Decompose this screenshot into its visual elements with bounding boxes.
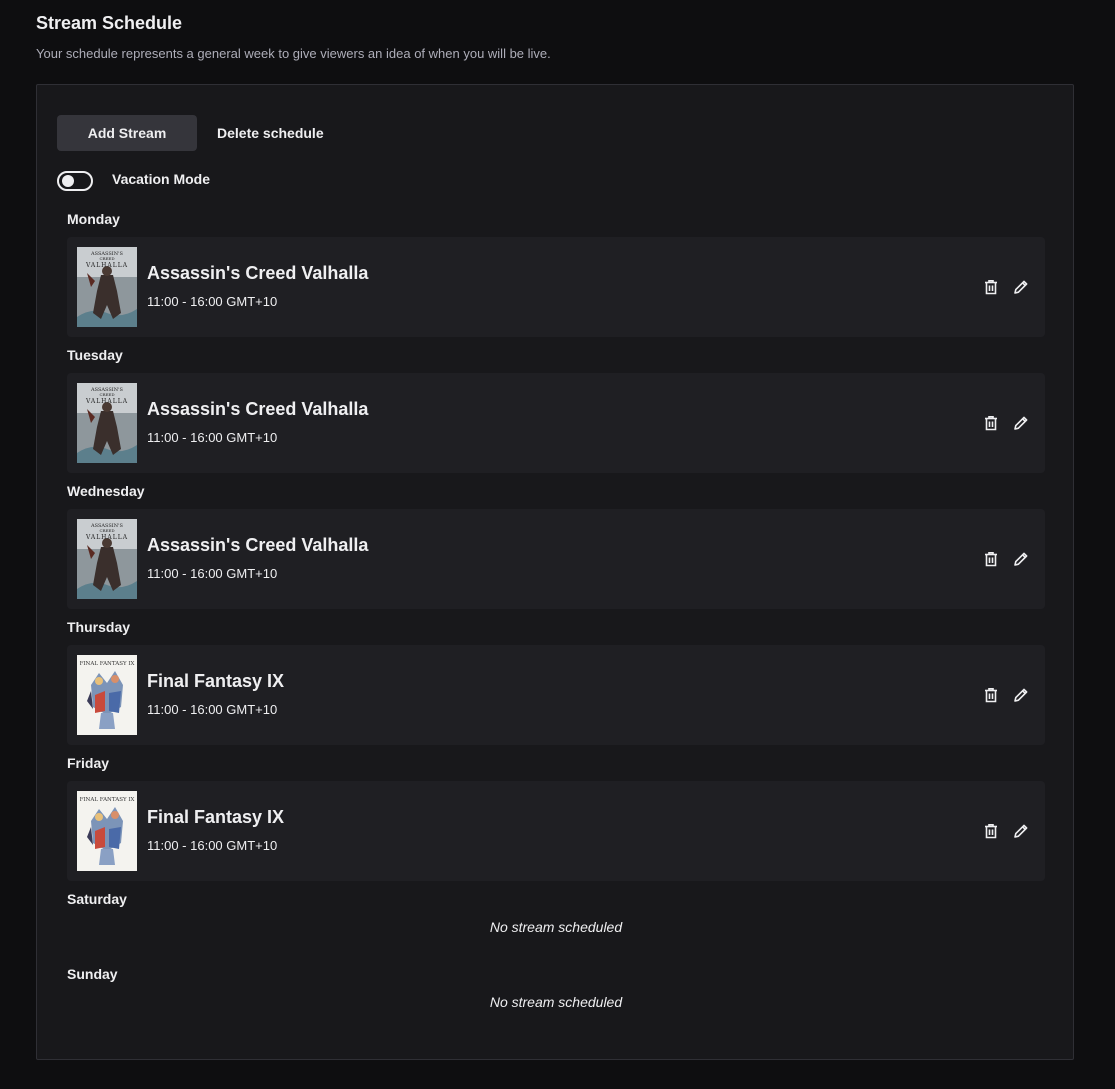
- stream-time: 11:00 - 16:00 GMT+10: [147, 430, 278, 445]
- schedule-days: Monday ASSASSIN'S CREED VALHALLA Assassi…: [67, 209, 1045, 1039]
- stream-time: 11:00 - 16:00 GMT+10: [147, 838, 278, 853]
- delete-schedule-button[interactable]: Delete schedule: [207, 115, 334, 151]
- game-cover-image: ASSASSIN'S CREED VALHALLA: [77, 519, 137, 599]
- svg-text:CREED: CREED: [99, 256, 114, 261]
- vacation-mode-toggle[interactable]: [57, 171, 93, 191]
- game-cover-image: FINAL FANTASY IX: [77, 655, 137, 735]
- pencil-icon[interactable]: [1011, 549, 1031, 569]
- no-stream-message: No stream scheduled: [489, 994, 623, 1010]
- day-label-friday: Friday: [67, 755, 110, 771]
- add-stream-button[interactable]: Add Stream: [57, 115, 197, 151]
- day-label-saturday: Saturday: [67, 891, 127, 907]
- svg-text:FINAL FANTASY IX: FINAL FANTASY IX: [80, 661, 135, 667]
- game-cover-image: ASSASSIN'S CREED VALHALLA: [77, 247, 137, 327]
- svg-text:VALHALLA: VALHALLA: [85, 534, 128, 541]
- stream-game-title: Assassin's Creed Valhalla: [147, 535, 369, 555]
- stream-actions: [981, 413, 1031, 433]
- vacation-mode-label: Vacation Mode: [112, 171, 211, 187]
- stream-card: ASSASSIN'S CREED VALHALLA Assassin's Cre…: [67, 237, 1045, 337]
- stream-actions: [981, 821, 1031, 841]
- day-label-monday: Monday: [67, 211, 120, 227]
- no-stream-message: No stream scheduled: [489, 919, 623, 935]
- trash-icon[interactable]: [981, 549, 1001, 569]
- stream-game-title: Final Fantasy IX: [147, 807, 285, 827]
- day-label-tuesday: Tuesday: [67, 347, 123, 363]
- stream-game-title: Assassin's Creed Valhalla: [147, 399, 369, 419]
- svg-text:CREED: CREED: [99, 392, 114, 397]
- stream-card: FINAL FANTASY IX Final Fantasy IX 11:00 …: [67, 781, 1045, 881]
- svg-text:VALHALLA: VALHALLA: [85, 398, 128, 405]
- stream-actions: [981, 277, 1031, 297]
- stream-time: 11:00 - 16:00 GMT+10: [147, 566, 278, 581]
- svg-text:FINAL FANTASY IX: FINAL FANTASY IX: [80, 797, 135, 803]
- page-subtitle: Your schedule represents a general week …: [36, 46, 551, 61]
- toggle-knob: [62, 175, 74, 187]
- pencil-icon[interactable]: [1011, 685, 1031, 705]
- stream-time: 11:00 - 16:00 GMT+10: [147, 702, 278, 717]
- trash-icon[interactable]: [981, 821, 1001, 841]
- game-cover-image: FINAL FANTASY IX: [77, 791, 137, 871]
- stream-game-title: Final Fantasy IX: [147, 671, 285, 691]
- page-title: Stream Schedule: [36, 13, 183, 33]
- trash-icon[interactable]: [981, 685, 1001, 705]
- stream-card: ASSASSIN'S CREED VALHALLA Assassin's Cre…: [67, 509, 1045, 609]
- schedule-panel: Add Stream Delete schedule Vacation Mode…: [36, 84, 1074, 1060]
- game-cover-image: ASSASSIN'S CREED VALHALLA: [77, 383, 137, 463]
- day-label-wednesday: Wednesday: [67, 483, 145, 499]
- svg-text:CREED: CREED: [99, 528, 114, 533]
- trash-icon[interactable]: [981, 277, 1001, 297]
- trash-icon[interactable]: [981, 413, 1001, 433]
- pencil-icon[interactable]: [1011, 413, 1031, 433]
- stream-card: FINAL FANTASY IX Final Fantasy IX 11:00 …: [67, 645, 1045, 745]
- stream-actions: [981, 549, 1031, 569]
- stream-game-title: Assassin's Creed Valhalla: [147, 263, 369, 283]
- stream-time: 11:00 - 16:00 GMT+10: [147, 294, 278, 309]
- pencil-icon[interactable]: [1011, 277, 1031, 297]
- day-label-thursday: Thursday: [67, 619, 131, 635]
- stream-actions: [981, 685, 1031, 705]
- day-label-sunday: Sunday: [67, 966, 118, 982]
- svg-text:VALHALLA: VALHALLA: [85, 262, 128, 269]
- pencil-icon[interactable]: [1011, 821, 1031, 841]
- stream-card: ASSASSIN'S CREED VALHALLA Assassin's Cre…: [67, 373, 1045, 473]
